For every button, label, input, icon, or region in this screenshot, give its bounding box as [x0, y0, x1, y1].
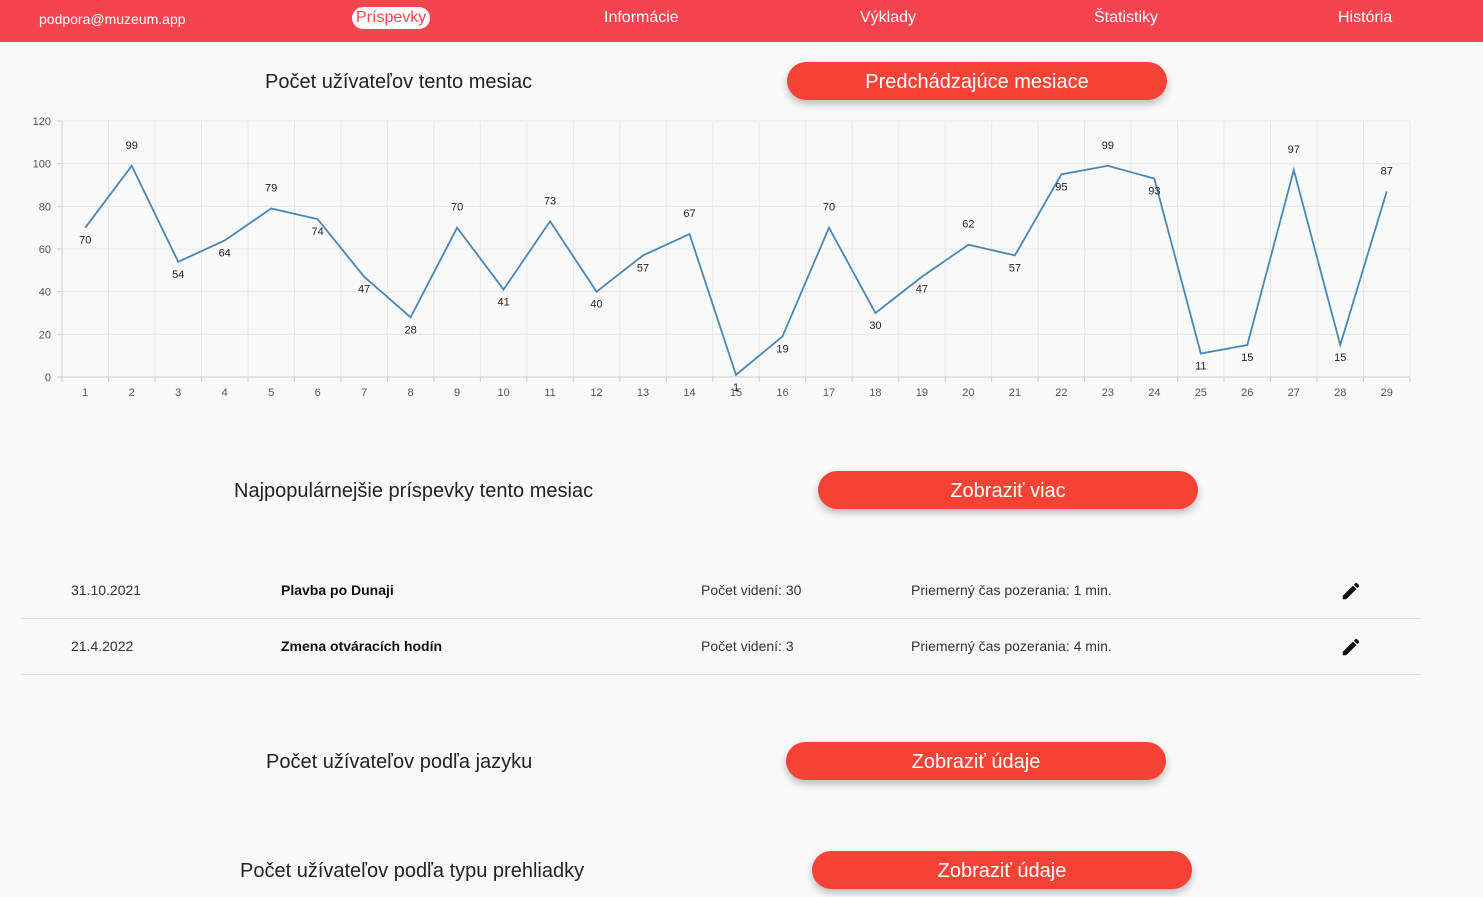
- post-views: Počet videní: 30: [701, 582, 802, 598]
- data-label: 95: [1055, 181, 1067, 193]
- x-tick-label: 19: [916, 387, 928, 399]
- x-tick-label: 6: [315, 387, 321, 399]
- x-tick-label: 13: [637, 387, 649, 399]
- data-label: 99: [1102, 140, 1114, 152]
- nav-tab-information[interactable]: Informácie: [604, 9, 679, 27]
- data-label: 41: [497, 297, 509, 309]
- x-tick-label: 17: [823, 387, 835, 399]
- previous-months-button[interactable]: Predchádzajúce mesiace: [787, 62, 1167, 100]
- x-tick-label: 1: [82, 387, 88, 399]
- y-tick-label: 80: [39, 201, 51, 213]
- y-tick-label: 40: [39, 287, 51, 299]
- y-tick-label: 0: [45, 372, 51, 384]
- users-language-title: Počet užívateľov podľa jazyku: [266, 751, 533, 773]
- data-label: 70: [451, 202, 463, 214]
- data-label: 40: [590, 299, 602, 311]
- x-tick-label: 10: [497, 387, 509, 399]
- x-tick-label: 12: [590, 387, 602, 399]
- x-tick-label: 11: [544, 387, 555, 399]
- data-label: 74: [312, 226, 324, 238]
- post-title: Plavba po Dunaji: [281, 582, 394, 598]
- x-tick-label: 3: [175, 387, 181, 399]
- data-label: 54: [172, 269, 184, 281]
- data-label: 30: [869, 320, 881, 332]
- data-label: 57: [1009, 262, 1021, 274]
- nav-tab-statistics[interactable]: Štatistiky: [1094, 9, 1158, 27]
- post-avg-time: Priemerný čas pozerania: 4 min.: [911, 638, 1112, 654]
- y-tick-label: 100: [33, 159, 51, 171]
- x-tick-label: 26: [1241, 387, 1253, 399]
- data-label: 99: [126, 140, 138, 152]
- y-tick-label: 20: [39, 329, 51, 341]
- support-email[interactable]: podpora@muzeum.app: [39, 11, 186, 27]
- x-tick-label: 8: [408, 387, 414, 399]
- show-tour-type-data-button[interactable]: Zobraziť údaje: [812, 851, 1192, 889]
- data-label: 70: [79, 235, 91, 247]
- users-tour-type-title: Počet užívateľov podľa typu prehliadky: [240, 860, 585, 882]
- x-tick-label: 16: [776, 387, 788, 399]
- x-tick-label: 23: [1102, 387, 1114, 399]
- x-tick-label: 29: [1381, 387, 1393, 399]
- show-language-data-button[interactable]: Zobraziť údaje: [786, 742, 1166, 780]
- users-month-title: Počet užívateľov tento mesiac: [265, 71, 533, 93]
- table-row[interactable]: 21.4.2022 Zmena otváracích hodín Počet v…: [21, 618, 1421, 675]
- nav-tab-tours[interactable]: Výklady: [860, 9, 916, 27]
- data-label: 19: [776, 343, 788, 355]
- users-line-chart: 0204060801001201 2 3 4 5 6 7 8 9 10 11 12 13 14 15 16 17…: [33, 116, 1411, 399]
- x-tick-label: 25: [1195, 387, 1207, 399]
- x-tick-label: 21: [1009, 387, 1021, 399]
- x-tick-label: 20: [962, 387, 974, 399]
- data-label: 28: [404, 324, 416, 336]
- x-tick-label: 28: [1334, 387, 1346, 399]
- y-tick-label: 120: [33, 116, 51, 128]
- data-label: 64: [219, 247, 231, 259]
- top-navigation-bar: podpora@muzeum.app Príspevky Informácie …: [0, 0, 1483, 42]
- data-label: 47: [358, 284, 370, 296]
- edit-icon[interactable]: [1340, 636, 1362, 658]
- data-label: 47: [916, 284, 928, 296]
- post-title: Zmena otváracích hodín: [281, 638, 443, 654]
- data-label: 67: [683, 208, 695, 220]
- data-label: 15: [1334, 352, 1346, 364]
- data-label: 73: [544, 195, 556, 207]
- post-date: 31.10.2021: [71, 582, 142, 598]
- popular-posts-title: Najpopulárnejšie príspevky tento mesiac: [234, 480, 594, 502]
- x-tick-label: 4: [222, 387, 228, 399]
- series-line: [84, 164, 1388, 377]
- post-date: 21.4.2022: [71, 638, 134, 654]
- post-avg-time: Priemerný čas pozerania: 1 min.: [911, 582, 1112, 598]
- x-tick-label: 14: [683, 387, 695, 399]
- x-tick-label: 9: [454, 387, 460, 399]
- y-tick-label: 60: [39, 244, 51, 256]
- data-label: 15: [1241, 352, 1253, 364]
- edit-icon[interactable]: [1340, 580, 1362, 602]
- data-label: 93: [1148, 186, 1160, 198]
- x-tick-label: 2: [129, 387, 135, 399]
- nav-tab-history[interactable]: História: [1338, 9, 1392, 27]
- data-label: 87: [1381, 165, 1393, 177]
- data-label: 97: [1288, 144, 1300, 156]
- table-row[interactable]: 31.10.2021 Plavba po Dunaji Počet videní…: [21, 562, 1421, 619]
- data-label: 79: [265, 182, 277, 194]
- x-tick-label: 24: [1148, 387, 1160, 399]
- x-tick-label: 22: [1055, 387, 1067, 399]
- x-tick-label: 5: [268, 387, 274, 399]
- data-label: 1: [733, 382, 739, 394]
- x-tick-label: 18: [869, 387, 881, 399]
- data-label: 57: [637, 262, 649, 274]
- nav-tab-posts[interactable]: Príspevky: [352, 7, 431, 29]
- data-label: 62: [962, 219, 974, 231]
- show-more-button[interactable]: Zobraziť viac: [818, 471, 1198, 509]
- x-tick-label: 27: [1288, 387, 1300, 399]
- x-tick-label: 7: [361, 387, 367, 399]
- post-views: Počet videní: 3: [701, 638, 794, 654]
- data-label: 11: [1195, 361, 1206, 373]
- data-label: 70: [823, 202, 835, 214]
